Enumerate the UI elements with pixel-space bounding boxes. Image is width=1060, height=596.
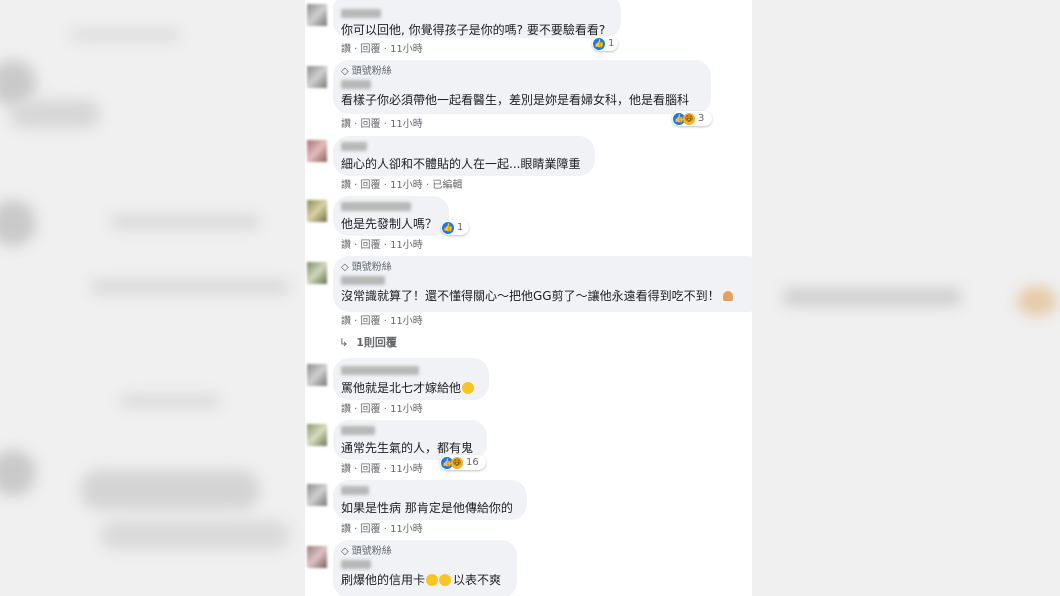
top-fan-badge: ◇ 頭號粉絲	[341, 262, 392, 273]
blurred-background-right	[752, 0, 1060, 596]
avatar[interactable]	[307, 484, 327, 506]
commenter-name[interactable]	[341, 9, 381, 18]
comment-text: 細心的人卻和不體貼的人在一起...眼睛業障重	[341, 157, 581, 171]
comment-actions[interactable]: 讚 · 回覆 · 11小時	[341, 315, 423, 329]
avatar[interactable]	[307, 200, 327, 222]
comment-text: 如果是性病 那肯定是他傳給你的	[341, 501, 513, 515]
avatar[interactable]	[307, 424, 327, 446]
reply-arrow-icon: ↳	[339, 336, 349, 349]
comment-actions[interactable]: 讚 · 回覆 · 11小時	[341, 239, 423, 253]
emoji-icon	[722, 291, 733, 301]
comment-text: 通常先生氣的人，都有鬼	[341, 441, 474, 455]
comment-text: 你可以回他, 你覺得孩子是你的嗎? 要不要驗看看?	[341, 23, 606, 37]
comment-bubble: 如果是性病 那肯定是他傳給你的	[333, 480, 527, 520]
comment-bubble: 通常先生氣的人，都有鬼	[333, 420, 487, 460]
reaction-badge[interactable]: 👍 😆 16	[440, 455, 486, 470]
view-replies-link[interactable]: ↳ 1則回覆	[339, 334, 397, 350]
avatar[interactable]	[307, 4, 327, 26]
avatar[interactable]	[307, 546, 327, 568]
top-fan-badge: ◇ 頭號粉絲	[341, 546, 392, 557]
blurred-background-left	[0, 0, 305, 596]
comment-bubble: 罵他就是北七才嫁給他	[333, 358, 489, 400]
comment-text: 沒常識就算了！還不懂得關心～把他GG剪了～讓他永遠看得到吃不到！	[341, 288, 752, 304]
diamond-icon: ◇	[341, 546, 349, 557]
comment-actions[interactable]: 讚 · 回覆 · 11小時	[341, 523, 423, 537]
comment-text: 刷爆他的信用卡 以表不爽	[341, 573, 502, 587]
comment-text: 罵他就是北七才嫁給他	[341, 380, 479, 396]
commenter-name[interactable]	[341, 560, 371, 569]
comment-bubble: ◇ 頭號粉絲 看樣子你必須帶他一起看醫生，差別是妳是看婦女科，他是看腦科	[333, 60, 711, 114]
commenter-name[interactable]	[341, 276, 385, 285]
like-icon: 👍	[593, 37, 605, 50]
commenter-name[interactable]	[341, 426, 375, 435]
grin-emoji-icon	[426, 574, 439, 586]
comment-bubble: 細心的人卻和不體貼的人在一起...眼睛業障重	[333, 136, 595, 176]
comment-list: 你可以回他, 你覺得孩子是你的嗎? 要不要驗看看? 👍 1 讚 · 回覆 · 1…	[305, 0, 752, 596]
avatar[interactable]	[307, 262, 327, 284]
commenter-name[interactable]	[341, 486, 369, 495]
haha-icon: 😆	[683, 112, 695, 125]
reaction-badge[interactable]: 👍 1	[592, 36, 618, 51]
comment-bubble: 他是先發制人嗎？	[333, 196, 449, 236]
commenter-name[interactable]	[341, 80, 371, 89]
top-fan-badge: ◇ 頭號粉絲	[341, 66, 392, 77]
comment-actions[interactable]: 讚 · 回覆 · 11小時	[341, 463, 423, 477]
comment-actions[interactable]: 讚 · 回覆 · 11小時	[341, 118, 423, 132]
comment-text: 看樣子你必須帶他一起看醫生，差別是妳是看婦女科，他是看腦科	[341, 93, 690, 107]
reaction-badge[interactable]: 👍 😆 3	[672, 111, 712, 126]
emoji-icon	[462, 382, 475, 394]
comment-bubble: ◇ 頭號粉絲 沒常識就算了！還不懂得關心～把他GG剪了～讓他永遠看得到吃不到！	[333, 256, 752, 312]
avatar[interactable]	[307, 66, 327, 88]
comment-text: 他是先發制人嗎？	[341, 217, 438, 231]
avatar[interactable]	[307, 140, 327, 162]
commenter-name[interactable]	[341, 202, 411, 211]
comment-bubble: ◇ 頭號粉絲 刷爆他的信用卡 以表不爽	[333, 540, 517, 596]
like-icon: 👍	[442, 221, 454, 234]
diamond-icon: ◇	[341, 262, 349, 273]
commenter-name[interactable]	[341, 366, 419, 375]
comment-actions[interactable]: 讚 · 回覆 · 11小時 · 已編輯	[341, 179, 462, 193]
commenter-name[interactable]	[341, 142, 367, 151]
comment-bubble: 你可以回他, 你覺得孩子是你的嗎? 要不要驗看看?	[333, 0, 621, 38]
diamond-icon: ◇	[341, 66, 349, 77]
grin-emoji-icon	[439, 574, 452, 586]
reaction-badge[interactable]: 👍 1	[441, 220, 469, 235]
comment-actions[interactable]: 讚 · 回覆 · 11小時	[341, 403, 423, 417]
avatar[interactable]	[307, 364, 327, 386]
haha-icon: 😆	[451, 456, 463, 469]
comment-actions[interactable]: 讚 · 回覆 · 11小時	[341, 43, 423, 57]
